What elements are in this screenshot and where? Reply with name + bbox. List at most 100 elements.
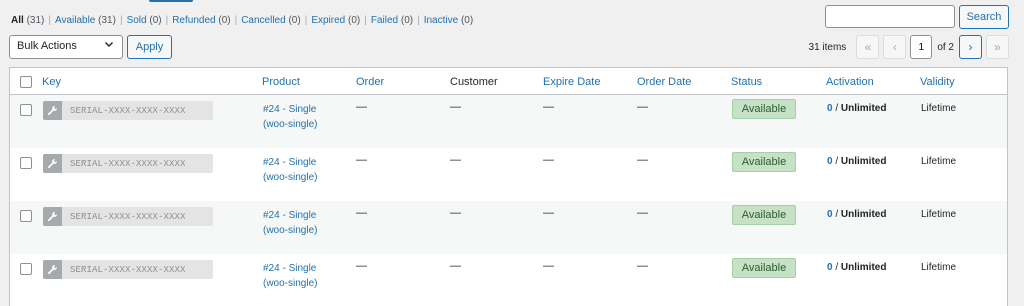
activation-limit: Unlimited [840, 103, 887, 114]
bulk-actions-select[interactable]: Bulk Actions [9, 35, 123, 59]
filter-available[interactable]: Available (31) [55, 15, 116, 26]
license-key-text: SERIAL-XXXX-XXXX-XXXX [70, 105, 186, 116]
product-slug: (woo-single) [263, 225, 318, 236]
table-row: SERIAL-XXXX-XXXX-XXXX #24 - Single (woo-s… [10, 201, 1007, 254]
activation-limit: Unlimited [840, 156, 887, 167]
select-all-checkbox[interactable] [20, 76, 32, 88]
customer-value: — [450, 101, 461, 113]
wrench-icon [43, 207, 62, 226]
activation-limit: Unlimited [840, 209, 887, 220]
order-value: — [356, 154, 367, 166]
license-key-field[interactable]: SERIAL-XXXX-XXXX-XXXX [43, 101, 213, 120]
product-name: #24 - Single [263, 263, 317, 274]
first-page-button[interactable]: « [856, 35, 880, 59]
product-link[interactable]: #24 - Single (woo-single) [263, 102, 317, 132]
product-slug: (woo-single) [263, 172, 318, 183]
filter-refunded[interactable]: Refunded (0) [172, 15, 230, 26]
row-checkbox[interactable] [20, 104, 32, 116]
table-row: SERIAL-XXXX-XXXX-XXXX #24 - Single (woo-s… [10, 254, 1007, 306]
filter-cancelled[interactable]: Cancelled (0) [241, 15, 301, 26]
wrench-icon [43, 154, 62, 173]
product-link[interactable]: #24 - Single (woo-single) [263, 155, 317, 185]
expire-date-value: — [543, 207, 554, 219]
product-link[interactable]: #24 - Single (woo-single) [263, 261, 317, 291]
filter-all[interactable]: All (31) [11, 15, 44, 26]
column-expire-date[interactable]: Expire Date [543, 76, 600, 88]
table-row: SERIAL-XXXX-XXXX-XXXX #24 - Single (woo-s… [10, 148, 1007, 201]
status-badge: Available [732, 99, 796, 119]
column-status[interactable]: Status [731, 76, 762, 88]
validity-value: Lifetime [921, 103, 957, 114]
license-key-text: SERIAL-XXXX-XXXX-XXXX [70, 158, 186, 169]
order-date-value: — [637, 207, 648, 219]
order-date-value: — [637, 260, 648, 272]
order-date-value: — [637, 101, 648, 113]
expire-date-value: — [543, 260, 554, 272]
prev-page-button[interactable]: ‹ [883, 35, 907, 59]
product-slug: (woo-single) [263, 119, 318, 130]
column-key[interactable]: Key [42, 76, 61, 88]
expire-date-value: — [543, 154, 554, 166]
product-link[interactable]: #24 - Single (woo-single) [263, 208, 317, 238]
status-badge: Available [732, 152, 796, 172]
wrench-icon [43, 101, 62, 120]
column-order-date[interactable]: Order Date [637, 76, 691, 88]
items-count: 31 items [808, 41, 847, 53]
filter-expired[interactable]: Expired (0) [311, 15, 360, 26]
license-key-field[interactable]: SERIAL-XXXX-XXXX-XXXX [43, 154, 213, 173]
filter-sold[interactable]: Sold (0) [127, 15, 162, 26]
license-key-text: SERIAL-XXXX-XXXX-XXXX [70, 211, 186, 222]
search-box: Search [825, 5, 1009, 29]
validity-value: Lifetime [921, 156, 957, 167]
search-input[interactable] [825, 5, 955, 28]
column-validity[interactable]: Validity [920, 76, 955, 88]
validity-value: Lifetime [921, 209, 957, 220]
order-value: — [356, 101, 367, 113]
status-badge: Available [732, 205, 796, 225]
next-page-button[interactable]: › [959, 35, 982, 59]
activation-separator: / [832, 209, 841, 220]
order-date-value: — [637, 154, 648, 166]
apply-button[interactable]: Apply [127, 35, 172, 59]
bulk-actions-value: Bulk Actions [17, 40, 77, 52]
row-checkbox[interactable] [20, 263, 32, 275]
activation-value: 0 / Unlimited [827, 262, 886, 273]
activation-value: 0 / Unlimited [827, 156, 886, 167]
wrench-icon [43, 260, 62, 279]
product-name: #24 - Single [263, 104, 317, 115]
license-keys-table: Key Product Order Customer Expire Date O… [9, 67, 1008, 306]
product-name: #24 - Single [263, 210, 317, 221]
expire-date-value: — [543, 101, 554, 113]
license-key-field[interactable]: SERIAL-XXXX-XXXX-XXXX [43, 207, 213, 226]
current-page-input[interactable] [910, 35, 933, 59]
active-tab-indicator [149, 0, 193, 2]
table-header: Key Product Order Customer Expire Date O… [10, 68, 1007, 95]
column-customer: Customer [450, 76, 498, 88]
total-pages: of 2 [937, 41, 954, 53]
customer-value: — [450, 260, 461, 272]
status-filter-links: All (31) | Available (31) | Sold (0) | Refunde… [11, 15, 474, 26]
table-row: SERIAL-XXXX-XXXX-XXXX #24 - Single (woo-s… [10, 95, 1007, 148]
filter-inactive[interactable]: Inactive (0) [424, 15, 473, 26]
column-order[interactable]: Order [356, 76, 384, 88]
order-value: — [356, 260, 367, 272]
activation-value: 0 / Unlimited [827, 209, 886, 220]
activation-value: 0 / Unlimited [827, 103, 886, 114]
column-activation[interactable]: Activation [826, 76, 874, 88]
license-key-field[interactable]: SERIAL-XXXX-XXXX-XXXX [43, 260, 213, 279]
row-checkbox[interactable] [20, 157, 32, 169]
pagination: 31 items « ‹ of 2 › » [809, 35, 1009, 59]
search-button[interactable]: Search [959, 5, 1009, 29]
activation-limit: Unlimited [840, 262, 887, 273]
row-checkbox[interactable] [20, 210, 32, 222]
product-name: #24 - Single [263, 157, 317, 168]
activation-separator: / [832, 262, 841, 273]
last-page-button[interactable]: » [986, 35, 1009, 59]
status-badge: Available [732, 258, 796, 278]
column-product[interactable]: Product [262, 76, 300, 88]
activation-separator: / [832, 103, 841, 114]
license-key-text: SERIAL-XXXX-XXXX-XXXX [70, 264, 186, 275]
filter-failed[interactable]: Failed (0) [371, 15, 413, 26]
order-value: — [356, 207, 367, 219]
chevron-down-icon [104, 39, 114, 52]
